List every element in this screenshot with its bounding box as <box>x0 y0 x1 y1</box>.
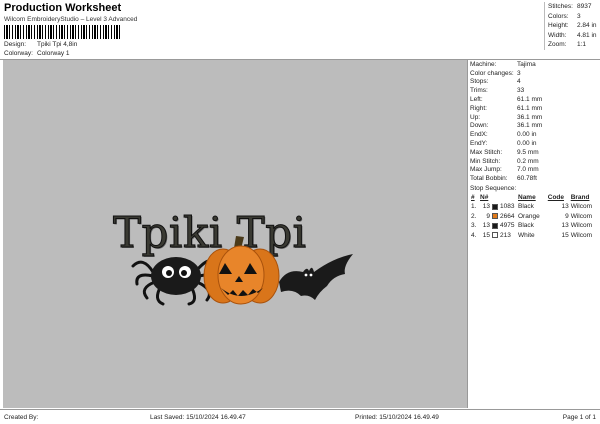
row-color: 213 <box>491 231 517 241</box>
row-index: 1. <box>471 203 477 211</box>
row-needle: 9 <box>486 212 490 220</box>
pumpkin-icon <box>203 236 280 305</box>
prop-max-jump: Max Jump: 7.0 mm <box>470 166 539 174</box>
prop-color-changes: Color changes: 3 <box>470 69 521 77</box>
row-brand: Wilcom <box>570 231 592 239</box>
row-index: 3. <box>471 222 477 230</box>
row-brand: Wilcom <box>570 222 592 230</box>
prop-right: Right: 61.1 mm <box>470 104 543 112</box>
table-row[interactable]: 3. 13 4975 Black 13 Wilcom <box>470 221 599 231</box>
summary-stitches: Stitches: 8937 <box>548 3 592 11</box>
row-color: 4975 <box>491 221 517 231</box>
summary-box: Stitches: 8937 Colors: 3 Height: 2.84 in Wi… <box>544 2 598 50</box>
color-swatch <box>492 222 498 229</box>
row-brand: Wilcom <box>570 212 592 220</box>
col-index: # <box>471 194 475 202</box>
row-color: 2664 <box>491 212 517 222</box>
summary-height: Height: 2.84 in <box>548 22 597 30</box>
row-name: White <box>518 231 535 239</box>
table-row[interactable]: 1. 13 1083 Black 13 Wilcom <box>470 202 599 212</box>
table-header-row: # N# Name Code Brand <box>470 193 599 202</box>
design-preview[interactable]: Tpiki Tpi <box>3 60 467 408</box>
colorway-name: Colorway 1 <box>37 50 70 57</box>
summary-width: Width: 4.81 in <box>548 31 597 39</box>
col-brand: Brand <box>570 194 590 202</box>
row-name: Orange <box>518 212 540 220</box>
col-name: Name <box>518 194 536 202</box>
thread-number: 4975 <box>500 222 515 230</box>
thread-number: 1083 <box>500 203 515 211</box>
row-needle: 13 <box>482 203 490 211</box>
row-brand: Wilcom <box>570 203 592 211</box>
row-code: 9 <box>565 212 569 220</box>
color-swatch <box>492 203 498 210</box>
stop-sequence-table: # N# Name Code Brand 1. 13 1083 Black 13 Wilc… <box>470 193 599 240</box>
prop-stops: Stops: 4 <box>470 78 521 86</box>
row-code: 15 <box>561 231 569 239</box>
prop-min-stitch: Min Stitch: 0.2 mm <box>470 157 539 165</box>
colorway-row: Colorway: Colorway 1 <box>4 50 70 57</box>
col-n: N# <box>480 194 489 202</box>
footer-page: Page 1 of 1 <box>562 414 596 421</box>
prop-up: Up: 36.1 mm <box>470 113 543 121</box>
table-row[interactable]: 2. 9 2664 Orange 9 Wilcom <box>470 212 599 222</box>
properties-panel: Machine: Tajima Color changes: 3 Stops: 4 T… <box>467 60 598 408</box>
footer-created-by: Created By: <box>4 414 39 421</box>
summary-zoom: Zoom: 1:1 <box>548 41 587 49</box>
row-name: Black <box>518 222 534 230</box>
software-subtitle: Wilcom EmbroideryStudio – Level 3 Advanc… <box>4 16 138 23</box>
prop-trims: Trims: 33 <box>470 87 525 95</box>
row-index: 2. <box>471 212 477 220</box>
color-swatch <box>492 232 498 239</box>
color-swatch <box>492 213 498 220</box>
summary-colors: Colors: 3 <box>548 12 581 20</box>
prop-total-bobbin: Total Bobbin: 60.78ft <box>470 175 537 183</box>
row-code: 13 <box>561 222 569 230</box>
prop-endx: EndX: 0.00 in <box>470 131 537 139</box>
thread-number: 2664 <box>500 212 515 220</box>
row-index: 4. <box>471 231 477 239</box>
row-color: 1083 <box>491 202 517 212</box>
footer-printed: Printed: 15/10/2024 16.49.49 <box>355 414 439 421</box>
design-label: Design: <box>4 41 27 48</box>
footer-last-saved: Last Saved: 15/10/2024 16.49.47 <box>150 414 246 421</box>
table-row[interactable]: 4. 15 213 White 15 Wilcom <box>470 231 599 241</box>
prop-max-stitch: Max Stitch: 9.5 mm <box>470 148 539 156</box>
stop-sequence-title: Stop Sequence: <box>470 184 517 192</box>
design-row: Design: Tpiki Tpi 4,8in <box>4 41 77 48</box>
barcode <box>4 25 122 39</box>
row-needle: 15 <box>482 231 490 239</box>
design-motifs <box>131 236 353 306</box>
footer: Created By: Last Saved: 15/10/2024 16.49… <box>0 409 600 424</box>
row-code: 13 <box>561 203 569 211</box>
row-name: Black <box>518 203 534 211</box>
col-color <box>491 193 517 202</box>
prop-down: Down: 36.1 mm <box>470 122 543 130</box>
prop-left: Left: 61.1 mm <box>470 96 543 104</box>
col-code: Code <box>547 194 565 202</box>
thread-number: 213 <box>500 231 511 239</box>
colorway-label: Colorway: <box>4 50 33 57</box>
prop-machine: Machine: Tajima <box>470 60 536 68</box>
bat-icon <box>279 254 353 300</box>
row-needle: 13 <box>482 222 490 230</box>
spider-icon <box>131 257 217 306</box>
page-title: Production Worksheet <box>4 2 122 14</box>
prop-endy: EndY: 0.00 in <box>470 140 537 148</box>
design-name: Tpiki Tpi 4,8in <box>37 41 78 48</box>
